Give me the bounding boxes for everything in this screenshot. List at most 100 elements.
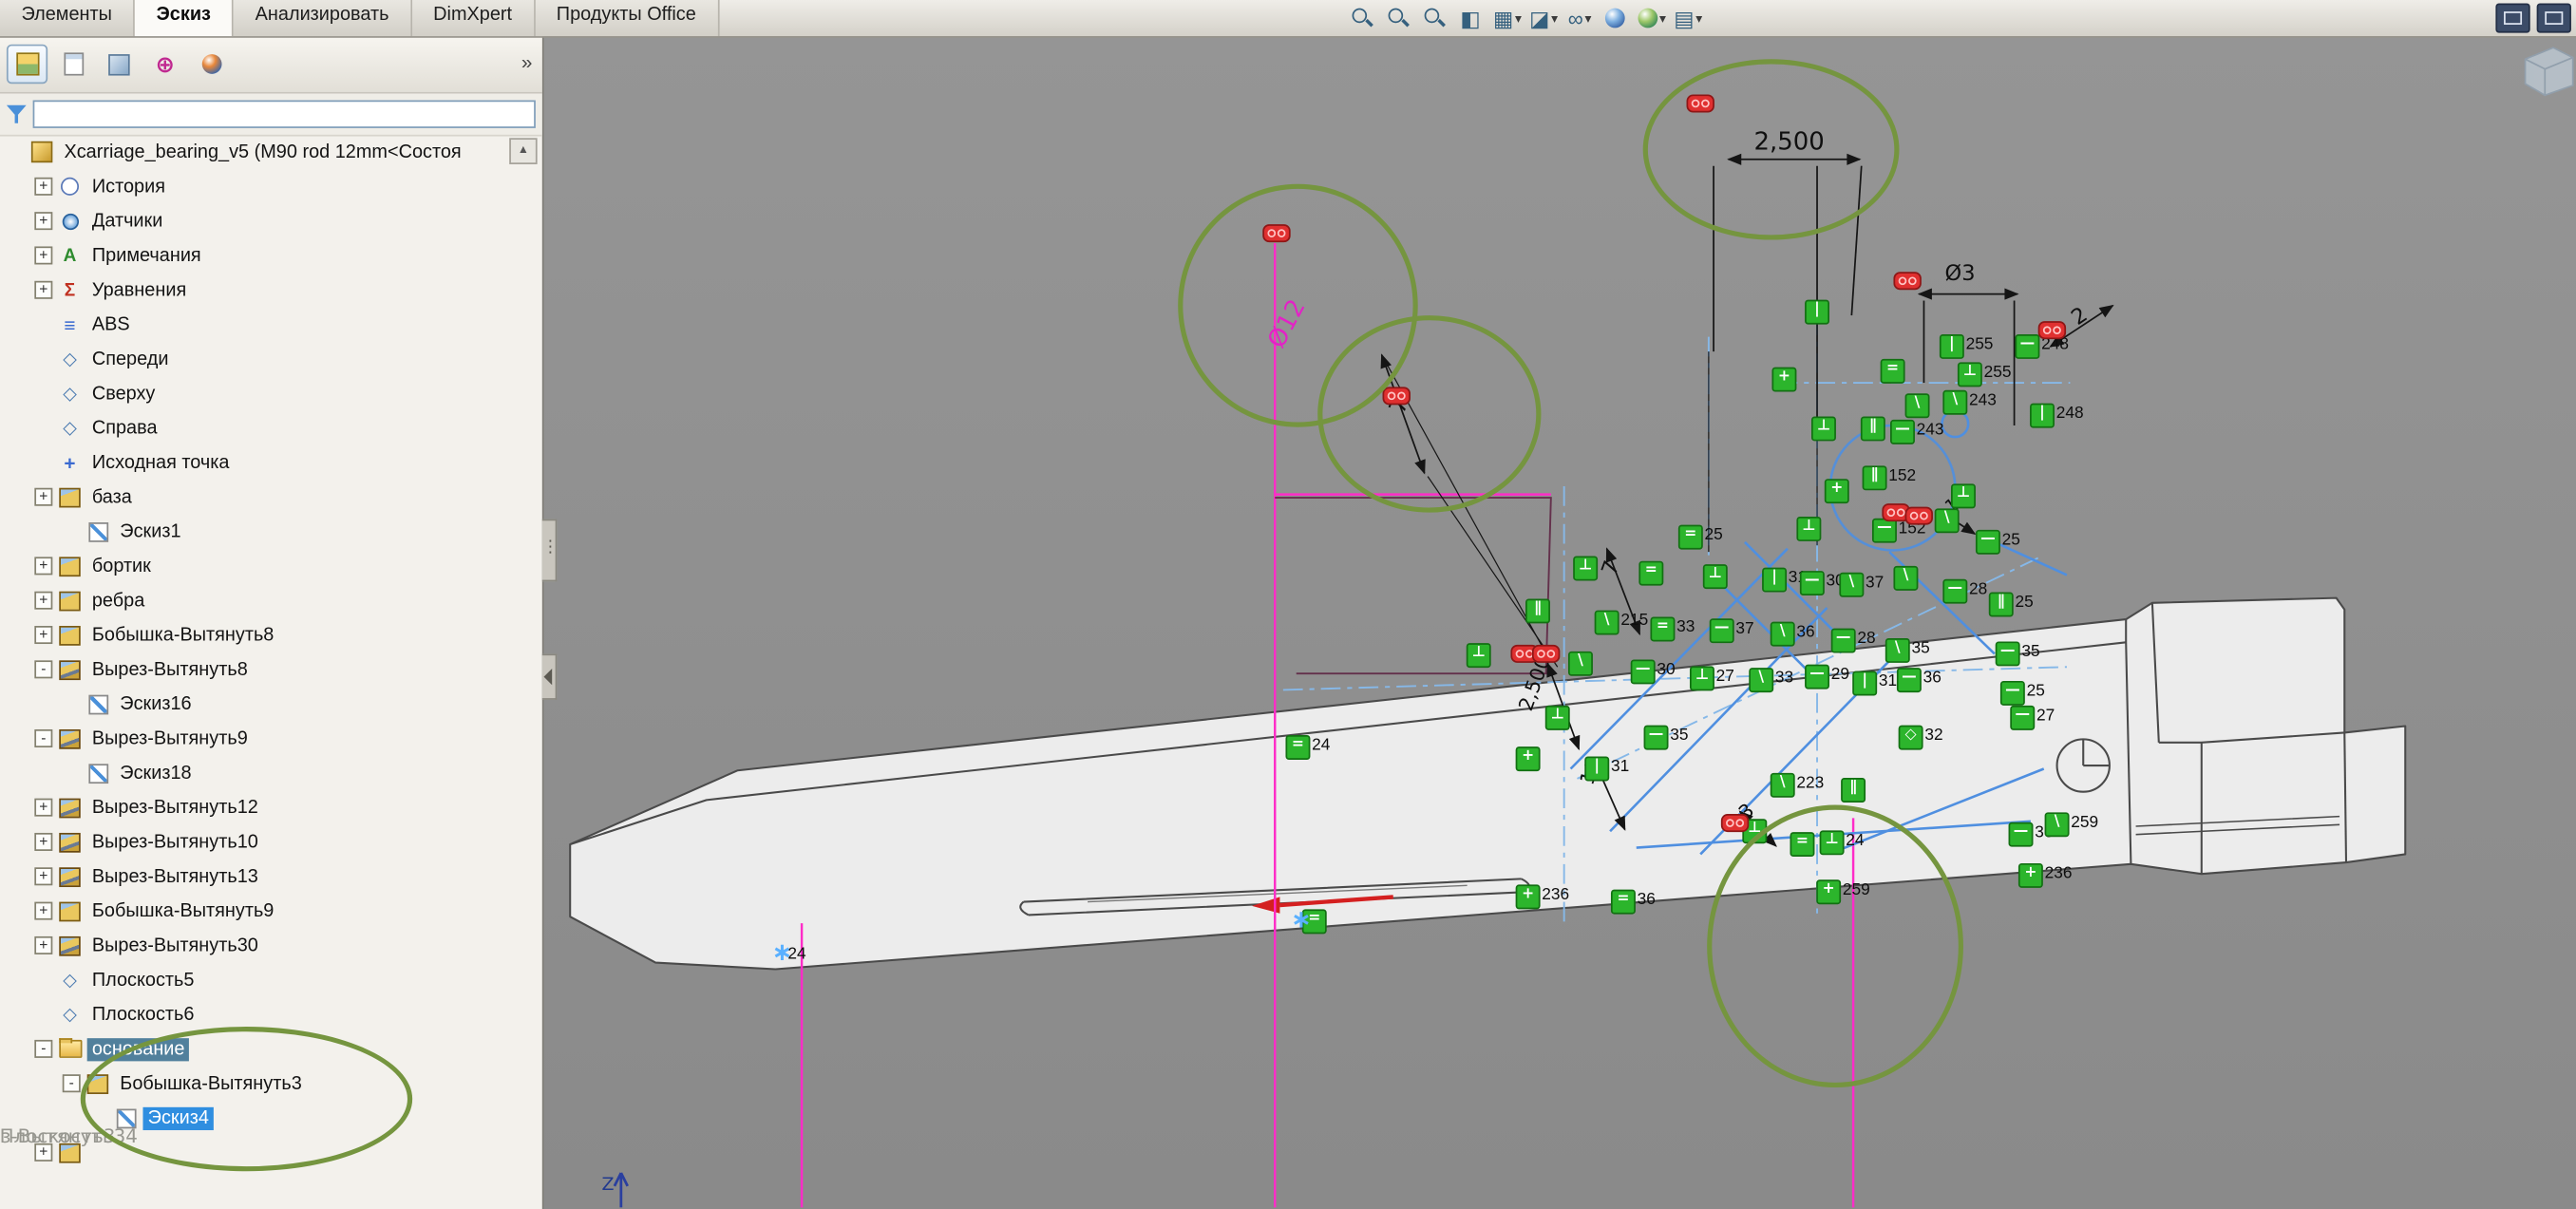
- overdefined-relation-icon[interactable]: [1687, 94, 1714, 112]
- tree-item[interactable]: + Уравнения: [0, 273, 542, 307]
- tree-item[interactable]: Спереди: [0, 342, 542, 376]
- constraint-marker[interactable]: +259: [1816, 879, 1841, 904]
- tree-item[interactable]: + Датчики: [0, 203, 542, 237]
- expand-toggle[interactable]: +: [34, 592, 52, 610]
- constraint-marker[interactable]: —28: [1831, 629, 1856, 653]
- expand-toggle[interactable]: +: [34, 867, 52, 885]
- collapse-panel-button[interactable]: [2495, 3, 2529, 32]
- constraint-marker[interactable]: |31: [1762, 568, 1787, 593]
- constraint-marker[interactable]: ⊥27: [1690, 666, 1714, 690]
- tree-item[interactable]: + Вырез-Вытянуть30: [0, 928, 542, 962]
- constraint-marker[interactable]: =25: [1678, 525, 1703, 550]
- overdefined-relation-icon[interactable]: [1721, 814, 1749, 832]
- tree-item[interactable]: Эскиз16: [0, 687, 542, 721]
- magnified-selection-icon[interactable]: [1419, 3, 1450, 32]
- expand-toggle[interactable]: +: [34, 488, 52, 506]
- zoom-to-fit-icon[interactable]: [1347, 3, 1378, 32]
- constraint-marker[interactable]: =: [1638, 561, 1663, 586]
- tree-item[interactable]: - основание: [0, 1031, 542, 1066]
- constraint-marker[interactable]: \223: [1771, 773, 1795, 798]
- tree-item[interactable]: + база: [0, 480, 542, 514]
- dimension-label[interactable]: Ø3: [1945, 262, 1976, 287]
- model-viewport[interactable]: [542, 36, 2576, 1209]
- expand-toggle[interactable]: +: [34, 902, 52, 920]
- expand-toggle[interactable]: -: [63, 1074, 81, 1092]
- expand-toggle[interactable]: +: [34, 281, 52, 299]
- dimension-label[interactable]: Z: [601, 1174, 614, 1195]
- constraint-marker[interactable]: ∥: [1525, 598, 1550, 623]
- tree-item[interactable]: Xcarriage_bearing_v5 (M90 rod 12mm<Состо…: [0, 135, 542, 169]
- expand-toggle[interactable]: +: [34, 799, 52, 817]
- menu-tab[interactable]: DimXpert: [412, 0, 536, 36]
- constraint-marker[interactable]: ∥: [1861, 416, 1885, 441]
- constraint-marker[interactable]: \: [1893, 566, 1918, 591]
- dimension-label[interactable]: 2,500: [1753, 126, 1824, 156]
- constraint-marker[interactable]: —243: [1890, 420, 1915, 444]
- tree-scroll-up[interactable]: ▲: [509, 138, 537, 164]
- constraint-marker[interactable]: |31: [1852, 671, 1877, 696]
- propertymanager-tab[interactable]: [52, 45, 93, 85]
- constraint-marker[interactable]: |255: [1940, 334, 1964, 359]
- constraint-marker[interactable]: ∗: [1291, 909, 1312, 930]
- constraint-marker[interactable]: —25: [1976, 530, 2000, 555]
- constraint-marker[interactable]: +236: [1516, 884, 1541, 909]
- expand-toggle[interactable]: +: [34, 178, 52, 196]
- view-orientation-icon[interactable]: ▦▾: [1492, 3, 1524, 32]
- constraint-marker[interactable]: ⊥255: [1958, 362, 1982, 387]
- constraint-marker[interactable]: =: [1881, 359, 1905, 384]
- constraint-marker[interactable]: =36: [1611, 890, 1636, 915]
- constraint-marker[interactable]: \: [1905, 393, 1930, 418]
- constraint-marker[interactable]: \37: [1839, 573, 1864, 597]
- expand-toggle[interactable]: +: [34, 212, 52, 230]
- constraint-marker[interactable]: \: [1935, 508, 1960, 533]
- constraint-marker[interactable]: +: [1825, 479, 1849, 503]
- tree-item[interactable]: + Вырез-Вытянуть12: [0, 790, 542, 824]
- constraint-marker[interactable]: —152: [1872, 519, 1897, 543]
- edit-appearance-icon[interactable]: [1601, 3, 1632, 32]
- expand-toggle[interactable]: +: [34, 833, 52, 851]
- constraint-marker[interactable]: —37: [1710, 618, 1734, 643]
- tree-item[interactable]: Эскиз1: [0, 514, 542, 548]
- menu-tab[interactable]: Эскиз: [135, 0, 234, 36]
- constraint-marker[interactable]: +236: [2018, 863, 2043, 888]
- tree-item[interactable]: + Примечания: [0, 238, 542, 273]
- expand-toggle[interactable]: -: [34, 729, 52, 747]
- constraint-marker[interactable]: \215: [1595, 611, 1619, 635]
- tree-item[interactable]: + Вырез-Вытянуть34: [0, 1118, 142, 1152]
- tree-item[interactable]: - Вырез-Вытянуть8: [0, 652, 542, 687]
- featuremanager-tab[interactable]: [7, 45, 47, 85]
- expand-toggle[interactable]: +: [34, 626, 52, 644]
- constraint-marker[interactable]: —27: [2010, 706, 2035, 730]
- constraint-marker[interactable]: —36: [2009, 822, 2034, 847]
- constraint-marker[interactable]: |31: [1584, 757, 1609, 782]
- expand-toggle[interactable]: +: [34, 246, 52, 264]
- constraint-marker[interactable]: ⊥: [1573, 556, 1598, 580]
- menu-tab[interactable]: Продукты Office: [535, 0, 719, 36]
- view-settings-icon[interactable]: ▤▾: [1673, 3, 1704, 32]
- tree-item[interactable]: Плоскость6: [0, 997, 542, 1031]
- hide-show-items-icon[interactable]: ∞▾: [1564, 3, 1596, 32]
- constraint-marker[interactable]: ∥25: [1989, 593, 2014, 617]
- constraint-marker[interactable]: \35: [1885, 638, 1910, 663]
- constraint-marker[interactable]: —30: [1800, 571, 1825, 595]
- tree-item[interactable]: + Вырез-Вытянуть13: [0, 860, 542, 894]
- constraint-marker[interactable]: =: [1790, 832, 1814, 857]
- tree-item[interactable]: + ребра: [0, 583, 542, 617]
- overdefined-relation-icon[interactable]: [1893, 272, 1921, 290]
- apply-scene-icon[interactable]: ▾: [1637, 3, 1668, 32]
- tree-item[interactable]: - Вырез-Вытянуть9: [0, 721, 542, 755]
- constraint-marker[interactable]: |: [1805, 300, 1829, 325]
- menu-tab[interactable]: Анализировать: [234, 0, 412, 36]
- constraint-marker[interactable]: —248: [2015, 334, 2039, 359]
- overdefined-relation-icon[interactable]: [1532, 645, 1560, 663]
- constraint-marker[interactable]: \243: [1942, 390, 1967, 415]
- constraint-marker[interactable]: |248: [2030, 404, 2055, 428]
- constraint-marker[interactable]: ∗24: [771, 942, 792, 963]
- constraint-marker[interactable]: \259: [2045, 812, 2070, 837]
- tree-item[interactable]: + История: [0, 169, 542, 203]
- constraint-marker[interactable]: ⊥24: [1820, 830, 1845, 855]
- panel-splitter-handle[interactable]: [542, 519, 558, 582]
- constraint-marker[interactable]: —36: [1897, 668, 1922, 692]
- tree-item[interactable]: Исходная точка: [0, 445, 542, 480]
- constraint-marker[interactable]: ∥: [1841, 778, 1866, 803]
